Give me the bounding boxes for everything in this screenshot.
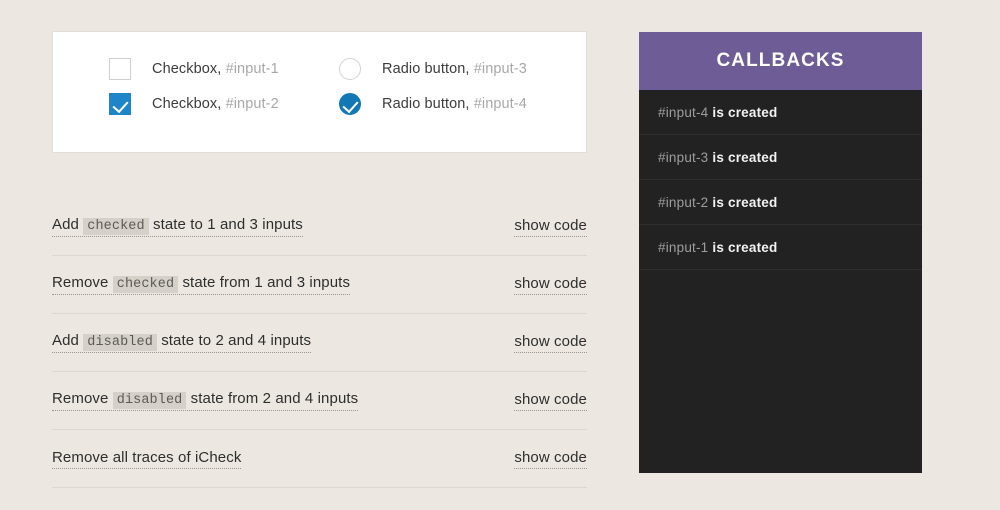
action-text-pre: Remove all traces of iCheck xyxy=(52,448,242,466)
input-label-input-2: Checkbox, #input-2 xyxy=(152,96,279,112)
action-row: Remove checked state from 1 and 3 inputs… xyxy=(52,256,587,314)
callback-message: is created xyxy=(712,194,778,210)
action-text-pre: Remove xyxy=(52,390,109,407)
input-label-ref: #input-1 xyxy=(225,61,279,77)
callback-input-id: #input-4 xyxy=(658,104,709,120)
callback-item: #input-4 is created xyxy=(639,90,922,135)
callback-item: #input-2 is created xyxy=(639,180,922,225)
callback-message: is created xyxy=(712,104,778,120)
action-text-post: state to 2 and 4 inputs xyxy=(161,332,312,349)
callback-input-id: #input-2 xyxy=(658,194,709,210)
checkbox-icon-input-1[interactable] xyxy=(109,58,131,80)
inputs-row: Checkbox, #input-1 Radio button, #input-… xyxy=(109,58,586,80)
action-row: Add disabled state to 2 and 4 inputs sho… xyxy=(52,314,587,372)
input-label-text: Radio button, xyxy=(382,61,470,77)
action-text-post: state from 1 and 3 inputs xyxy=(182,274,351,291)
action-link-add-checked[interactable]: Add checked state to 1 and 3 inputs xyxy=(52,216,303,237)
input-label-input-1: Checkbox, #input-1 xyxy=(152,61,279,77)
callback-input-id: #input-3 xyxy=(658,149,709,165)
input-label-text: Radio button, xyxy=(382,96,470,112)
callback-message: is created xyxy=(712,149,778,165)
action-row: Add checked state to 1 and 3 inputs show… xyxy=(52,198,587,256)
input-label-ref: #input-2 xyxy=(225,96,279,112)
callbacks-title: CALLBACKS xyxy=(639,32,922,90)
callbacks-list: #input-4 is created #input-3 is created … xyxy=(639,90,922,473)
action-row: Remove all traces of iCheck show code xyxy=(52,430,587,488)
callback-item: #input-1 is created xyxy=(639,225,922,270)
callbacks-panel: CALLBACKS #input-4 is created #input-3 i… xyxy=(639,32,922,473)
callback-message: is created xyxy=(712,239,778,255)
action-row: Remove disabled state from 2 and 4 input… xyxy=(52,372,587,430)
callback-input-id: #input-1 xyxy=(658,239,709,255)
input-item-input-1[interactable]: Checkbox, #input-1 xyxy=(109,58,339,80)
action-code-chip: checked xyxy=(112,276,179,293)
input-label-input-3: Radio button, #input-3 xyxy=(382,61,527,77)
action-text-pre: Remove xyxy=(52,274,109,291)
input-item-input-3[interactable]: Radio button, #input-3 xyxy=(339,58,569,80)
input-label-text: Checkbox, xyxy=(152,61,222,77)
action-text-post: state from 2 and 4 inputs xyxy=(190,390,359,407)
input-label-text: Checkbox, xyxy=(152,96,222,112)
action-code-chip: checked xyxy=(83,218,149,235)
show-code-link[interactable]: show code xyxy=(514,391,587,411)
show-code-link[interactable]: show code xyxy=(514,217,587,237)
action-link-remove-all-traces[interactable]: Remove all traces of iCheck xyxy=(52,448,242,469)
show-code-link[interactable]: show code xyxy=(514,449,587,469)
left-column: Checkbox, #input-1 Radio button, #input-… xyxy=(52,31,587,488)
radio-icon-input-4[interactable] xyxy=(339,93,361,115)
action-link-remove-checked[interactable]: Remove checked state from 1 and 3 inputs xyxy=(52,274,351,295)
radio-icon-input-3[interactable] xyxy=(339,58,361,80)
action-code-chip: disabled xyxy=(112,392,187,409)
inputs-demo-card: Checkbox, #input-1 Radio button, #input-… xyxy=(52,31,587,153)
page-root: Checkbox, #input-1 Radio button, #input-… xyxy=(0,0,1000,510)
action-text-pre: Add xyxy=(52,216,79,233)
action-text-post: state to 1 and 3 inputs xyxy=(152,216,303,233)
action-text-pre: Add xyxy=(52,332,79,349)
actions-list: Add checked state to 1 and 3 inputs show… xyxy=(52,198,587,488)
input-item-input-2[interactable]: Checkbox, #input-2 xyxy=(109,93,339,115)
action-link-remove-disabled[interactable]: Remove disabled state from 2 and 4 input… xyxy=(52,390,359,411)
show-code-link[interactable]: show code xyxy=(514,333,587,353)
action-code-chip: disabled xyxy=(83,334,157,351)
input-item-input-4[interactable]: Radio button, #input-4 xyxy=(339,93,569,115)
show-code-link[interactable]: show code xyxy=(514,275,587,295)
inputs-row: Checkbox, #input-2 Radio button, #input-… xyxy=(109,93,586,115)
input-label-ref: #input-3 xyxy=(473,61,527,77)
callback-item: #input-3 is created xyxy=(639,135,922,180)
input-label-ref: #input-4 xyxy=(473,96,527,112)
action-link-add-disabled[interactable]: Add disabled state to 2 and 4 inputs xyxy=(52,332,312,353)
input-label-input-4: Radio button, #input-4 xyxy=(382,96,527,112)
inputs-grid: Checkbox, #input-1 Radio button, #input-… xyxy=(53,58,586,115)
checkbox-icon-input-2[interactable] xyxy=(109,93,131,115)
